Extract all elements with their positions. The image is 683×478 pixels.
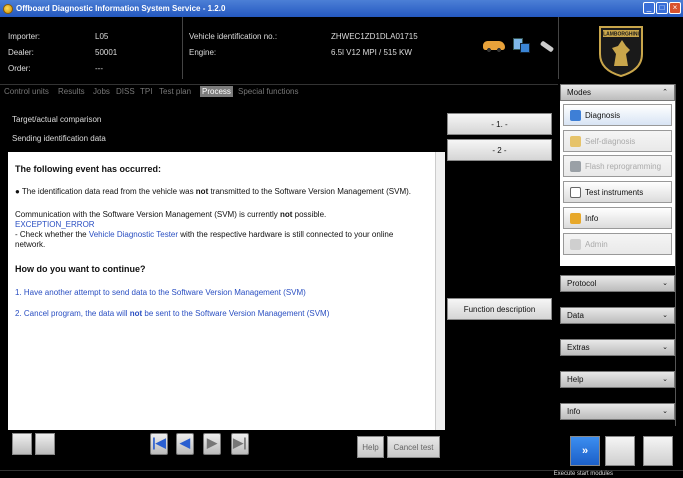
function-description-button[interactable]: Function description — [447, 298, 552, 320]
tab-special-functions[interactable]: Special functions — [238, 87, 298, 96]
mode-flash-reprogramming[interactable]: Flash reprogramming — [563, 155, 672, 177]
next-step-button[interactable]: ▶ — [203, 433, 221, 455]
dealer-value: 50001 — [95, 48, 118, 57]
bullet-icon: ● — [15, 187, 22, 196]
zoom-in-icon[interactable] — [35, 433, 55, 455]
check-instruction-line2: network. — [15, 240, 46, 249]
engine-value: 6.5l V12 MPI / 515 KW — [331, 48, 412, 57]
status-bar: Execute start modules — [0, 470, 683, 478]
communication-text: Communication with the Software Version … — [15, 210, 327, 219]
self-diagnosis-icon — [570, 135, 581, 147]
check-instruction: - Check whether the Vehicle Diagnostic T… — [15, 230, 394, 239]
help-button[interactable]: Help — [357, 436, 384, 458]
data-section-header[interactable]: Data ⌄ — [560, 307, 675, 324]
status-text: Execute start modules — [553, 471, 613, 477]
message-panel: The following event has occurred: ● The … — [8, 152, 445, 430]
importer-label: Importer: — [8, 32, 41, 41]
order-label: Order: — [8, 64, 31, 73]
process-step-label: Sending identification data — [12, 134, 106, 143]
test-instruments-icon — [570, 186, 581, 198]
help-section-header[interactable]: Help ⌄ — [560, 371, 675, 388]
logo-text: LAMBORGHINI — [603, 32, 639, 38]
admin-icon — [570, 238, 581, 250]
content-scrollbar[interactable] — [435, 152, 445, 430]
app-icon — [3, 3, 13, 14]
vehicle-icon — [483, 41, 505, 52]
cable-icon — [538, 40, 555, 54]
event-heading: The following event has occurred: — [15, 164, 162, 174]
tools-icon[interactable] — [605, 436, 635, 466]
vin-label: Vehicle identification no.: — [189, 32, 278, 41]
vehicle-diagnostic-tester-link[interactable]: Vehicle Diagnostic Tester — [89, 230, 178, 239]
previous-step-button[interactable]: ◀ — [176, 433, 194, 455]
process-step-sending-id: Sending identification data — [8, 131, 445, 147]
vin-value: ZHWEC1ZD1DLA01715 — [331, 32, 418, 41]
zoom-out-icon[interactable] — [12, 433, 32, 455]
diagnosis-icon — [570, 109, 581, 121]
tab-test-plan[interactable]: Test plan — [159, 87, 191, 96]
minimize-button[interactable]: _ — [643, 2, 655, 14]
flash-icon — [570, 160, 581, 172]
first-step-button[interactable]: |◀ — [150, 433, 168, 455]
lamborghini-logo-icon: LAMBORGHINI — [599, 26, 643, 78]
mode-admin[interactable]: Admin — [563, 233, 672, 255]
close-button[interactable]: × — [669, 2, 681, 14]
info-section-header[interactable]: Info ⌄ — [560, 403, 675, 420]
exit-icon[interactable] — [643, 436, 673, 466]
chevron-down-icon: ⌄ — [662, 344, 668, 351]
mode-diagnosis[interactable]: Diagnosis — [563, 104, 672, 126]
chevron-down-icon: ⌄ — [662, 312, 668, 319]
process-step-target-actual: Target/actual comparison — [8, 112, 445, 128]
last-step-button[interactable]: ▶| — [231, 433, 249, 455]
chevron-down-icon: ⌄ — [662, 408, 668, 415]
maximize-button[interactable]: □ — [656, 2, 668, 14]
tab-bar: Control units Results Jobs DISS TPI Test… — [0, 84, 558, 101]
process-step-label: Target/actual comparison — [12, 115, 102, 124]
forward-button[interactable]: » — [570, 436, 600, 466]
mode-info[interactable]: Info — [563, 207, 672, 229]
tab-tpi[interactable]: TPI — [140, 87, 152, 96]
chevron-down-icon: ⌄ — [662, 376, 668, 383]
dealer-label: Dealer: — [8, 48, 34, 57]
importer-value: L05 — [95, 32, 109, 41]
step-2-button[interactable]: - 2 - — [447, 139, 552, 161]
tab-process[interactable]: Process — [200, 86, 233, 97]
option-retry-link[interactable]: 1. Have another attempt to send data to … — [15, 288, 306, 297]
tab-jobs[interactable]: Jobs — [93, 87, 110, 96]
cancel-test-button[interactable]: Cancel test — [387, 436, 440, 458]
dealer-info-panel: Importer: L05 Dealer: 50001 Order: --- — [0, 17, 182, 79]
extras-section-header[interactable]: Extras ⌄ — [560, 339, 675, 356]
chevron-down-icon: ⌄ — [662, 280, 668, 287]
order-value: --- — [95, 64, 103, 73]
engine-label: Engine: — [189, 48, 217, 57]
tab-control-units[interactable]: Control units — [4, 87, 49, 96]
chevron-up-icon: ⌃ — [662, 89, 668, 96]
sidebar-scrollbar[interactable] — [675, 84, 683, 426]
info-book-icon — [570, 212, 581, 224]
error-code: EXCEPTION_ERROR — [15, 220, 95, 229]
protocol-section-header[interactable]: Protocol ⌄ — [560, 275, 675, 292]
title-bar: Offboard Diagnostic Information System S… — [0, 0, 683, 17]
step-1-button[interactable]: - 1. - — [447, 113, 552, 135]
event-bullet: ● The identification data read from the … — [15, 187, 411, 196]
tester-connection-icon — [513, 38, 531, 54]
window-title: Offboard Diagnostic Information System S… — [16, 4, 226, 13]
steps-column — [446, 110, 556, 466]
modes-section-header[interactable]: Modes ⌃ — [560, 84, 675, 101]
mode-self-diagnosis[interactable]: Self-diagnosis — [563, 130, 672, 152]
option-cancel-link[interactable]: 2. Cancel program, the data will not be … — [15, 309, 329, 318]
tab-results[interactable]: Results — [58, 87, 85, 96]
continue-question: How do you want to continue? — [15, 264, 146, 274]
mode-test-instruments[interactable]: Test instruments — [563, 181, 672, 203]
tab-diss[interactable]: DISS — [116, 87, 135, 96]
